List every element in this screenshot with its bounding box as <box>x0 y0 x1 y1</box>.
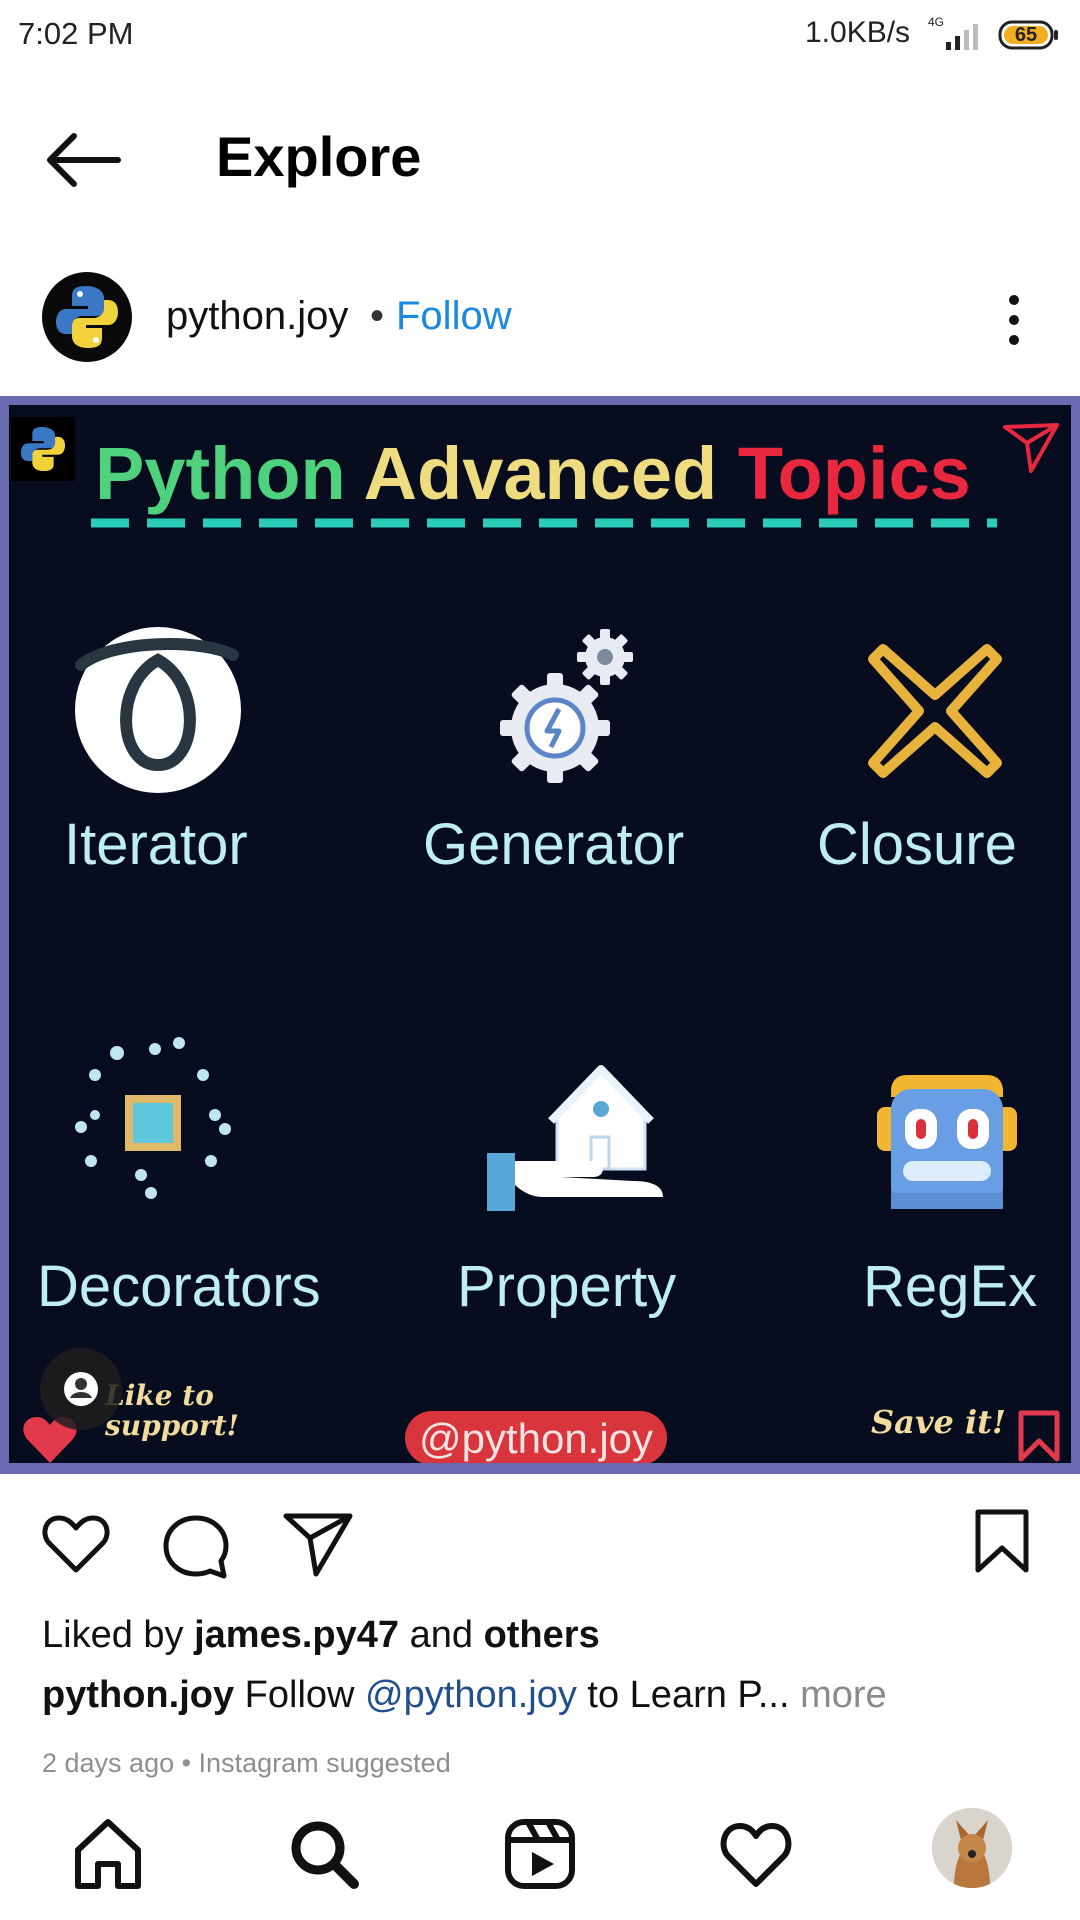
home-icon[interactable] <box>68 1814 148 1894</box>
caption-text-2: to Learn P... <box>587 1674 790 1716</box>
user-icon <box>64 1372 98 1406</box>
sparkle-chip-icon <box>75 1037 231 1199</box>
close-x-icon <box>868 644 1002 778</box>
like-support-line1: Like to <box>105 1379 214 1412</box>
caption-mention-link[interactable]: @python.joy <box>365 1674 577 1716</box>
battery-indicator: 65 <box>998 20 1060 50</box>
caption-line: python.joy Follow @python.joy to Learn P… <box>42 1674 887 1717</box>
more-options-icon[interactable] <box>998 290 1030 350</box>
caption-text-1: Follow <box>244 1674 355 1716</box>
caption-more-button[interactable]: more <box>800 1674 887 1716</box>
python-logo-icon <box>11 417 75 481</box>
post-image-title: Python Advanced Topics <box>95 431 971 516</box>
title-word-topics: Topics <box>737 432 971 515</box>
page-title: Explore <box>216 125 422 188</box>
tagged-users-button[interactable] <box>40 1348 122 1430</box>
profile-photo <box>932 1808 1012 1888</box>
search-icon[interactable] <box>284 1814 364 1894</box>
heart-icon[interactable] <box>40 1512 112 1576</box>
reels-icon[interactable] <box>500 1814 580 1894</box>
post-timestamp: 2 days ago • Instagram suggested <box>42 1748 451 1778</box>
battery-level: 65 <box>1014 24 1038 46</box>
network-type: 4G <box>928 15 945 29</box>
bottom-nav <box>0 1790 1080 1920</box>
topic-decorators: Decorators <box>37 1254 321 1319</box>
like-support-text: Like to support! <box>105 1381 239 1441</box>
status-time: 7:02 PM <box>18 16 134 51</box>
caption-username[interactable]: python.joy <box>42 1674 234 1716</box>
activity-heart-icon[interactable] <box>716 1814 796 1894</box>
house-in-hand-icon <box>487 1065 663 1211</box>
bookmark-icon[interactable] <box>972 1508 1032 1574</box>
profile-avatar[interactable] <box>932 1808 1012 1888</box>
handle-pill: @python.joy <box>405 1411 667 1463</box>
loop-icon <box>75 627 241 793</box>
status-bar: 7:02 PM 1.0KB/s 4G 65 <box>0 0 1080 72</box>
follow-button[interactable]: Follow <box>396 294 512 339</box>
network-speed: 1.0KB/s <box>805 16 911 49</box>
topic-generator: Generator <box>423 812 685 877</box>
liked-by-line: Liked by james.py47 and others <box>42 1614 600 1657</box>
signal-icon <box>946 24 978 50</box>
post-image-content: Python Advanced Topics Iterator Generato… <box>9 405 1071 1463</box>
title-word-advanced: Advanced <box>363 432 718 515</box>
save-it-text: Save it! <box>871 1403 1006 1441</box>
separator-dot: • <box>370 294 385 338</box>
post-image[interactable]: Python Advanced Topics Iterator Generato… <box>0 396 1080 1474</box>
topic-iterator: Iterator <box>64 812 248 877</box>
liked-by-user-link[interactable]: james.py47 <box>194 1614 399 1656</box>
topic-regex: RegEx <box>863 1254 1038 1319</box>
dashed-divider <box>91 518 997 528</box>
bookmark-icon <box>1018 1410 1060 1462</box>
like-support-line2: support! <box>105 1409 239 1442</box>
share-icon[interactable] <box>282 1510 354 1578</box>
python-logo-icon <box>56 286 118 348</box>
gear-lightning-icon <box>500 629 633 783</box>
handle-text: @python.joy <box>418 1415 654 1462</box>
topic-closure: Closure <box>817 812 1017 877</box>
liked-by-others-link[interactable]: others <box>484 1614 600 1656</box>
robot-icon <box>877 1075 1017 1209</box>
paper-plane-icon <box>1003 423 1059 473</box>
avatar[interactable] <box>42 272 132 362</box>
comment-icon[interactable] <box>160 1512 232 1580</box>
liked-by-prefix: Liked by <box>42 1614 184 1656</box>
topic-property: Property <box>457 1254 677 1319</box>
arrow-left-icon[interactable] <box>44 130 124 190</box>
liked-by-and: and <box>409 1614 473 1656</box>
title-word-python: Python <box>95 432 346 515</box>
post-username[interactable]: python.joy <box>166 294 348 339</box>
